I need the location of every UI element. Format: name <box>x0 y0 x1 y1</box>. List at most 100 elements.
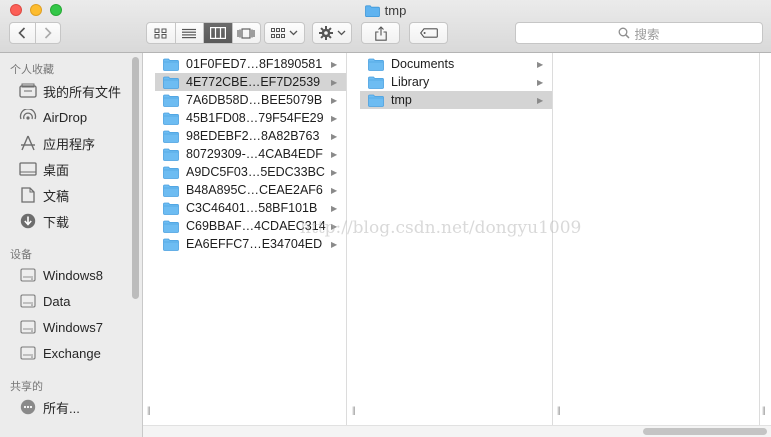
sidebar-item-label: Windows7 <box>43 319 103 335</box>
sidebar-item-data[interactable]: Data <box>18 290 70 312</box>
sidebar-item-downloads[interactable]: 下载 <box>18 210 69 232</box>
folder-name: 01F0FED7…8F1890581 <box>186 57 323 71</box>
sidebar-item-windows7[interactable]: Windows7 <box>18 316 103 338</box>
folder-row[interactable]: 80729309-…4CAB4EDF ▶ <box>155 145 346 163</box>
documents-icon <box>18 186 38 204</box>
sidebar-item-documents[interactable]: 文稿 <box>18 184 69 206</box>
sidebar-item-all-shared[interactable]: 所有... <box>18 396 80 418</box>
sidebar-item-windows8[interactable]: Windows8 <box>18 264 103 286</box>
cover-flow-icon <box>237 27 255 39</box>
folder-row[interactable]: 4E772CBE…EF7D2539 ▶ <box>155 73 346 91</box>
sidebar-item-exchange[interactable]: Exchange <box>18 342 101 364</box>
disclosure-arrow-icon: ▶ <box>331 95 338 105</box>
back-button[interactable] <box>10 23 35 43</box>
sidebar-item-desktop[interactable]: 桌面 <box>18 158 69 180</box>
folder-row[interactable]: 7A6DB58D…BEE5079B ▶ <box>155 91 346 109</box>
tag-button[interactable] <box>409 22 448 44</box>
disclosure-arrow-icon: ▶ <box>331 203 338 213</box>
folder-name: EA6EFFC7…E34704ED <box>186 237 323 251</box>
search-icon <box>619 27 631 39</box>
column-3 <box>566 53 760 425</box>
folder-name: Documents <box>391 57 455 71</box>
folder-name: tmp <box>391 93 412 107</box>
all-files-icon <box>18 82 38 100</box>
folder-name: 7A6DB58D…BEE5079B <box>186 93 323 107</box>
sidebar-item-label: 桌面 <box>43 162 70 178</box>
sidebar-item-label: 应用程序 <box>43 136 96 152</box>
list-view-button[interactable] <box>174 23 204 43</box>
folder-row[interactable]: 45B1FD08…79F54FE29 ▶ <box>155 109 346 127</box>
forward-button[interactable] <box>34 23 61 43</box>
sidebar-scrollbar[interactable] <box>132 57 139 299</box>
folder-row[interactable]: 98EDEBF2…8A82B763 ▶ <box>155 127 346 145</box>
toolbar: tmp 搜索 <box>0 0 771 53</box>
search-field[interactable]: 搜索 <box>515 22 763 44</box>
action-button[interactable] <box>312 22 352 44</box>
column-gutter <box>143 53 155 425</box>
disk-icon <box>18 292 38 310</box>
folder-row[interactable]: Documents ▶ <box>360 55 552 73</box>
arrange-icon <box>271 27 285 38</box>
desktop-icon <box>18 160 38 178</box>
tag-icon <box>419 28 438 38</box>
sidebar-item-label: Data <box>43 293 71 309</box>
folder-icon <box>163 148 179 161</box>
disclosure-arrow-icon: ▶ <box>331 77 338 87</box>
disclosure-arrow-icon: ▶ <box>331 239 338 249</box>
sidebar-item-all-my-files[interactable]: 我的所有文件 <box>18 80 121 102</box>
folder-icon <box>368 58 384 71</box>
sidebar: 个人收藏 我的所有文件 AirDrop 应用程序 桌面 文稿 下载 设备 Win… <box>0 53 143 437</box>
horizontal-scrollbar-thumb[interactable] <box>643 428 767 435</box>
window-title-text: tmp <box>384 3 407 18</box>
downloads-icon <box>18 212 38 230</box>
arrange-button[interactable] <box>264 22 305 44</box>
folder-icon <box>163 76 179 89</box>
folder-row[interactable]: A9DC5F03…5EDC33BC ▶ <box>155 163 346 181</box>
column-view-icon <box>209 27 226 39</box>
share-button[interactable] <box>361 22 400 44</box>
folder-name: 45B1FD08…79F54FE29 <box>186 111 324 125</box>
share-icon <box>374 25 387 41</box>
finder-window: tmp 搜索 个人收藏 我的所有文件 AirDrop 应用程序 桌面 文稿 下载… <box>0 0 771 437</box>
folder-icon <box>163 94 179 107</box>
disclosure-arrow-icon: ▶ <box>537 95 544 105</box>
folder-name: 4E772CBE…EF7D2539 <box>186 75 321 89</box>
disclosure-arrow-icon: ▶ <box>331 131 338 141</box>
folder-icon <box>163 220 179 233</box>
search-placeholder: 搜索 <box>634 27 660 42</box>
disk-icon <box>18 344 38 362</box>
sidebar-item-label: Windows8 <box>43 267 103 283</box>
icon-view-icon <box>154 28 167 38</box>
sidebar-item-airdrop[interactable]: AirDrop <box>18 106 87 128</box>
folder-name: 80729309-…4CAB4EDF <box>186 147 323 161</box>
sidebar-item-label: 文稿 <box>43 188 70 204</box>
folder-row[interactable]: B48A895C…CEAE2AF6 ▶ <box>155 181 346 199</box>
folder-row[interactable]: Library ▶ <box>360 73 552 91</box>
folder-icon <box>163 238 179 251</box>
folder-icon <box>163 112 179 125</box>
folder-name: A9DC5F03…5EDC33BC <box>186 165 325 179</box>
folder-icon <box>364 4 380 22</box>
window-title: tmp <box>0 2 771 20</box>
folder-name: B48A895C…CEAE2AF6 <box>186 183 323 197</box>
folder-icon <box>163 202 179 215</box>
chevron-left-icon <box>18 27 26 39</box>
disk-icon <box>18 266 38 284</box>
favorites-header: 个人收藏 <box>10 64 54 76</box>
disclosure-arrow-icon: ▶ <box>331 167 338 177</box>
folder-icon <box>163 166 179 179</box>
folder-icon <box>368 76 384 89</box>
folder-row[interactable]: tmp ▶ <box>360 91 552 109</box>
cover-flow-view-button[interactable] <box>231 23 261 43</box>
folder-row[interactable]: 01F0FED7…8F1890581 ▶ <box>155 55 346 73</box>
folder-name: C3C46401…58BF101B <box>186 201 318 215</box>
sidebar-item-label: AirDrop <box>43 109 88 125</box>
icon-view-button[interactable] <box>147 23 175 43</box>
folder-row[interactable]: C3C46401…58BF101B ▶ <box>155 199 346 217</box>
disk-icon <box>18 318 38 336</box>
chevron-down-icon <box>289 30 298 36</box>
disclosure-arrow-icon: ▶ <box>331 149 338 159</box>
sidebar-item-applications[interactable]: 应用程序 <box>18 132 95 154</box>
column-view-button[interactable] <box>203 23 232 43</box>
horizontal-scrollbar[interactable] <box>143 425 771 437</box>
